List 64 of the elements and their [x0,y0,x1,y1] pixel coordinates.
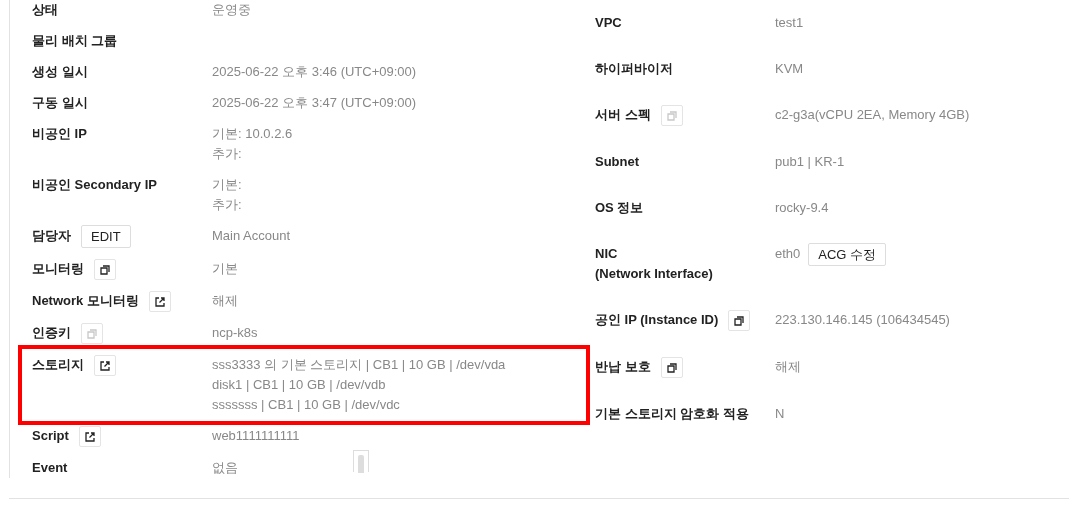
field-value: 기본: [212,176,242,194]
field-value: 223.130.146.145 (106434545) [775,311,950,329]
acg-edit-button[interactable]: ACG 수정 [808,243,887,266]
field-value: sss3333 의 기본 스토리지 | CB1 | 10 GB | /dev/vda [212,356,506,374]
field-label: 인증키 [32,324,71,342]
field-value: Main Account [212,227,291,245]
field-label: 기본 스토리지 암호화 적용 [595,405,749,423]
external-link-icon [84,431,95,442]
field-label: 서버 스펙 [595,106,651,124]
copy-icon [666,110,677,121]
copy-button[interactable] [660,357,683,378]
field-label: 스토리지 [32,356,84,374]
field-label: NIC (Network Interface) [595,245,713,283]
edit-button[interactable]: EDIT [81,225,131,248]
field-label: 공인 IP (Instance ID) [595,311,719,329]
field-value: N [775,405,785,423]
field-value: 없음 [212,459,238,477]
field-label: 모니터링 [32,260,84,278]
field-label: Script [32,427,69,445]
field-value: 기본: 10.0.2.6 [212,125,293,143]
field-value: 추가: [212,145,243,163]
field-label: 하이퍼바이저 [595,60,673,78]
field-value: pub1 | KR-1 [775,153,845,171]
scroll-thumb[interactable] [353,450,369,472]
copy-button[interactable] [728,310,751,331]
copy-icon [666,362,677,373]
field-label: 생성 일시 [32,63,88,81]
field-value: web1111111111 [212,427,300,445]
field-value: 해제 [212,292,238,310]
field-label: Network 모니터링 [32,292,139,310]
field-value: eth0 [775,245,801,263]
field-label: OS 정보 [595,199,644,217]
field-label: 물리 배치 그룹 [32,32,118,50]
field-value: 추가: [212,196,242,214]
field-label: 담당자 [32,227,71,245]
copy-icon [100,264,110,275]
field-value: 해제 [775,358,801,376]
copy-button[interactable] [94,259,116,280]
open-link-button[interactable] [94,355,116,376]
field-label: 상태 [32,1,58,19]
field-label: Event [32,459,68,477]
open-link-button[interactable] [78,426,101,447]
copy-icon [87,328,97,339]
copy-icon [734,315,745,326]
external-link-icon [100,360,110,371]
field-label: 비공인 Secondary IP [32,176,157,194]
field-value: ncp-k8s [212,324,258,342]
field-label: 비공인 IP [32,125,87,143]
field-value: sssssss | CB1 | 10 GB | /dev/vdc [212,396,401,414]
field-value: disk1 | CB1 | 10 GB | /dev/vdb [212,376,387,394]
field-label: VPC [595,14,622,32]
field-value: c2-g3a(vCPU 2EA, Memory 4GB) [775,106,970,124]
field-label: Subnet [595,153,640,171]
field-value: 기본 [212,260,238,278]
field-value: 2025-06-22 오후 3:46 (UTC+09:00) [212,63,417,81]
field-value: 운영중 [212,1,251,19]
field-label: 반납 보호 [595,358,651,376]
open-link-button[interactable] [148,291,171,312]
external-link-icon [154,296,165,307]
field-value: KVM [775,60,804,78]
field-value: rocky-9.4 [775,199,829,217]
field-label: 구동 일시 [32,94,88,112]
field-value: 2025-06-22 오후 3:47 (UTC+09:00) [212,94,417,112]
field-value: test1 [775,14,804,32]
